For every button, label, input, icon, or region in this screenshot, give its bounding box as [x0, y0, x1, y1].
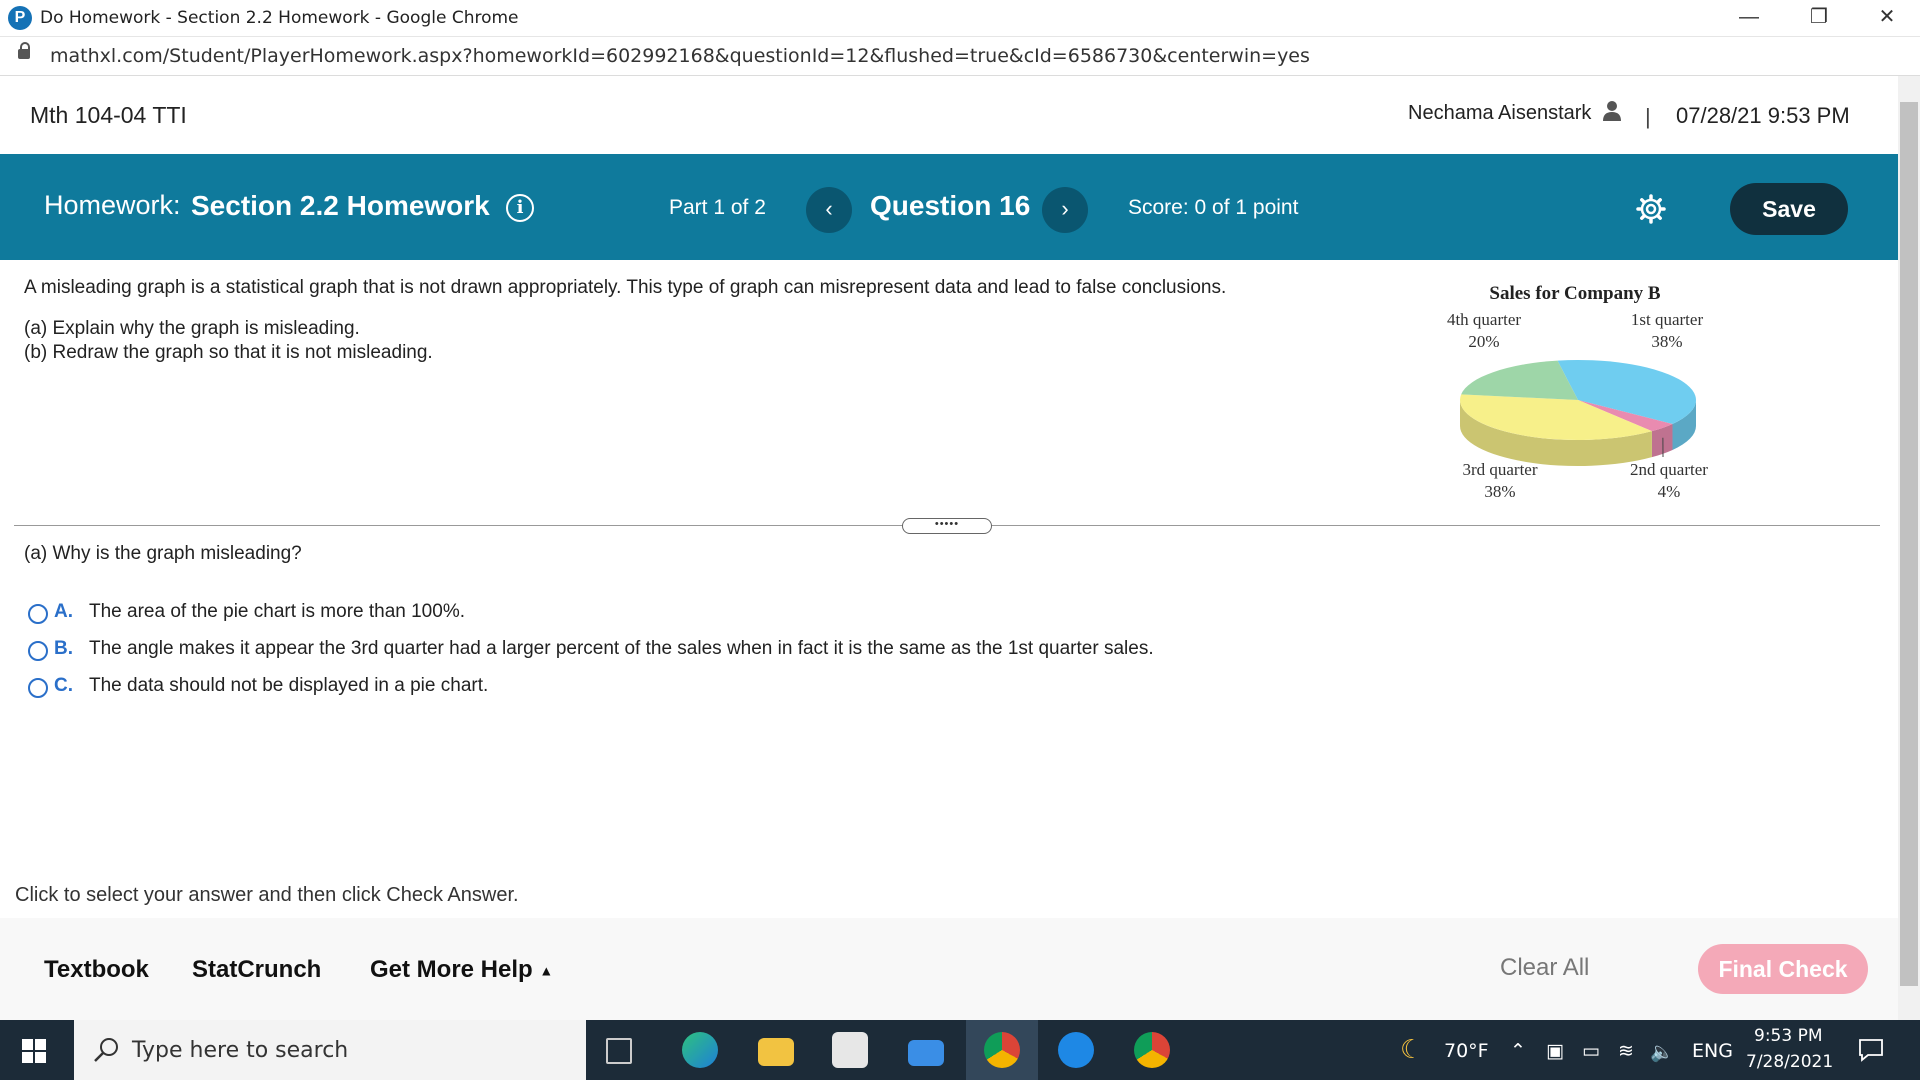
pearson-logo-icon: P	[8, 6, 32, 30]
score-text: Score: 0 of 1 point	[1128, 196, 1299, 219]
pie-category-label: 3rd quarter	[1462, 460, 1537, 479]
question-intro: A misleading graph is a statistical grap…	[24, 277, 1227, 298]
browser-title-bar: P Do Homework - Section 2.2 Homework - G…	[0, 0, 1920, 37]
weather-temp[interactable]: 70°F	[1444, 1040, 1489, 1062]
homework-footer: Textbook StatCrunch Get More Help ▲ Clea…	[0, 918, 1900, 1020]
pie-slices	[1460, 360, 1696, 466]
option-text[interactable]: The angle makes it appear the 3rd quarte…	[89, 638, 1154, 660]
course-title: Mth 104-04 TTI	[30, 102, 187, 128]
pie-value-label: 38%	[1484, 482, 1515, 501]
lock-icon	[18, 42, 30, 59]
close-button[interactable]: ✕	[1852, 0, 1920, 36]
caret-up-icon: ▲	[539, 962, 554, 979]
gear-icon[interactable]	[1636, 194, 1666, 224]
battery-icon[interactable]: ▭	[1582, 1040, 1600, 1062]
task-view-icon[interactable]	[606, 1038, 632, 1064]
option-letter: A.	[54, 601, 73, 622]
meet-now-icon[interactable]: ▣	[1546, 1040, 1564, 1062]
answer-instruction: Click to select your answer and then cli…	[15, 884, 519, 906]
pie-category-label: 2nd quarter	[1630, 460, 1708, 479]
user-icon[interactable]	[1602, 100, 1622, 122]
radio-button[interactable]	[28, 678, 48, 698]
question-part-b: (b) Redraw the graph so that it is not m…	[24, 342, 433, 363]
homework-label: Homework:	[44, 190, 181, 220]
chrome-active-tab[interactable]	[966, 1020, 1038, 1080]
homework-banner: Homework: Section 2.2 Homework i Part 1 …	[0, 154, 1900, 260]
pie-value-label: 38%	[1651, 332, 1682, 351]
option-text[interactable]: The area of the pie chart is more than 1…	[89, 601, 465, 623]
question-prompt: (a) Why is the graph misleading?	[24, 543, 302, 564]
info-icon[interactable]: i	[506, 194, 534, 222]
chrome-icon[interactable]	[984, 1032, 1020, 1068]
windows-start-icon[interactable]	[22, 1039, 46, 1063]
part-indicator: Part 1 of 2	[669, 196, 766, 219]
pie-category-label: 4th quarter	[1447, 310, 1521, 329]
search-placeholder[interactable]: Type here to search	[132, 1038, 348, 1063]
mail-icon[interactable]	[908, 1040, 944, 1066]
scrollbar-thumb[interactable]	[1900, 102, 1918, 986]
clear-all-button[interactable]: Clear All	[1500, 954, 1589, 982]
final-check-button[interactable]: Final Check	[1698, 944, 1868, 994]
statcrunch-link[interactable]: StatCrunch	[192, 956, 321, 984]
notifications-icon[interactable]	[1858, 1038, 1884, 1062]
get-more-help-label[interactable]: Get More Help	[370, 956, 533, 983]
chrome-profile-icon[interactable]	[1134, 1032, 1170, 1068]
wifi-icon[interactable]: ≋	[1618, 1040, 1634, 1062]
header-datetime: 07/28/21 9:53 PM	[1676, 103, 1850, 128]
get-more-help-menu[interactable]: Get More Help ▲	[370, 956, 553, 984]
taskbar-time[interactable]: 9:53 PM	[1754, 1026, 1823, 1046]
radio-button[interactable]	[28, 604, 48, 624]
taskbar-search[interactable]: Type here to search	[74, 1020, 586, 1080]
previous-question-button[interactable]: ‹	[806, 187, 852, 233]
microsoft-store-icon[interactable]	[832, 1032, 868, 1068]
pie-chart: Sales for Company B 1st quarter 38% 2nd qu…	[1447, 283, 1708, 501]
pane-resize-handle[interactable]: •••••	[902, 518, 992, 534]
window-title: Do Homework - Section 2.2 Homework - Goo…	[40, 8, 519, 28]
radio-button[interactable]	[28, 641, 48, 661]
next-question-button[interactable]: ›	[1042, 187, 1088, 233]
homework-name: Section 2.2 Homework	[191, 190, 490, 221]
address-bar[interactable]: mathxl.com/Student/PlayerHomework.aspx?h…	[0, 37, 1920, 76]
option-letter: B.	[54, 638, 73, 659]
textbook-link[interactable]: Textbook	[44, 956, 149, 984]
header-separator: |	[1645, 104, 1651, 129]
moon-weather-icon: ☾	[1400, 1034, 1424, 1064]
restore-button[interactable]: ❐	[1784, 0, 1854, 36]
question-number: Question 16	[870, 190, 1031, 221]
edge-browser-icon[interactable]	[682, 1032, 718, 1068]
minimize-button[interactable]: —	[1714, 0, 1784, 36]
language-indicator[interactable]: ENG	[1692, 1040, 1733, 1062]
lightbulb-app-icon[interactable]	[1058, 1032, 1094, 1068]
url-text[interactable]: mathxl.com/Student/PlayerHomework.aspx?h…	[50, 45, 1310, 67]
windows-taskbar: Type here to search ☾ 70°F ⌃ ▣ ▭ ≋ 🔈 ENG…	[0, 1020, 1920, 1080]
pie-category-label: 1st quarter	[1631, 310, 1704, 329]
pie-value-label: 20%	[1468, 332, 1499, 351]
user-name[interactable]: Nechama Aisenstark	[1408, 102, 1591, 125]
tray-chevron-icon[interactable]: ⌃	[1510, 1040, 1526, 1062]
option-letter: C.	[54, 675, 73, 696]
option-text[interactable]: The data should not be displayed in a pi…	[89, 675, 488, 697]
volume-icon[interactable]: 🔈	[1650, 1040, 1674, 1063]
search-icon	[94, 1038, 118, 1062]
question-part-a: (a) Explain why the graph is misleading.	[24, 318, 360, 339]
pie-value-label: 4%	[1658, 482, 1681, 501]
pie-slice-4	[1461, 360, 1578, 400]
chart-title: Sales for Company B	[1489, 283, 1661, 304]
file-explorer-icon[interactable]	[758, 1038, 794, 1066]
taskbar-date[interactable]: 7/28/2021	[1746, 1052, 1833, 1072]
save-button[interactable]: Save	[1730, 183, 1848, 235]
